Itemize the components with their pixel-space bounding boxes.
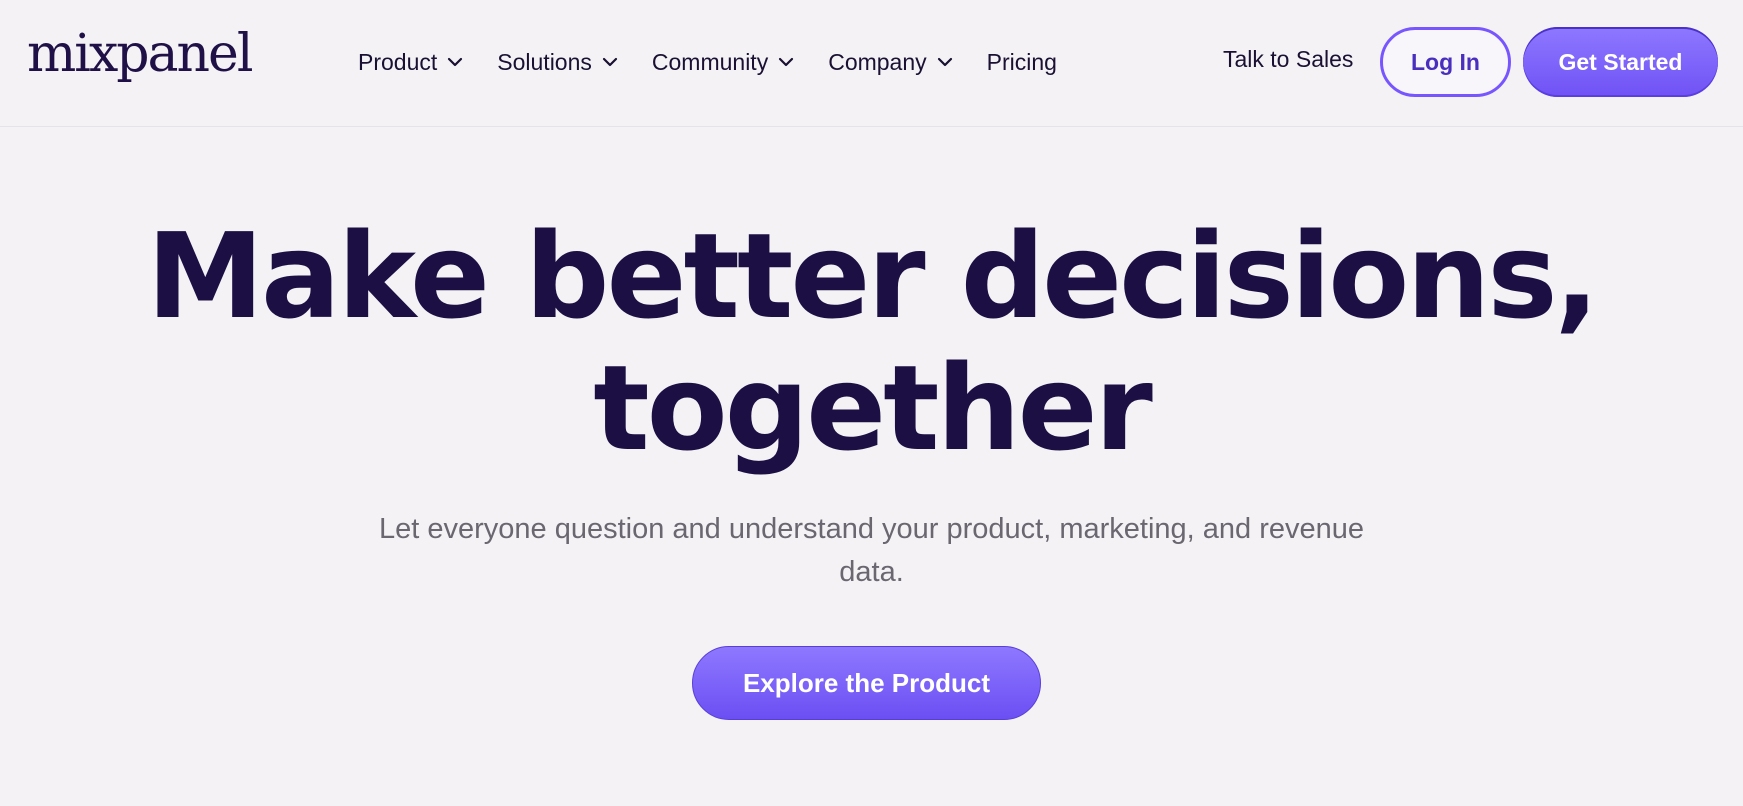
explore-product-button[interactable]: Explore the Product xyxy=(692,646,1041,720)
hero-title: Make better decisions, together xyxy=(0,210,1743,474)
get-started-button[interactable]: Get Started xyxy=(1523,27,1718,97)
nav-item-label: Company xyxy=(828,48,927,75)
nav-item-label: Solutions xyxy=(497,48,592,75)
talk-to-sales-link[interactable]: Talk to Sales xyxy=(1223,46,1353,73)
nav-item-solutions[interactable]: Solutions xyxy=(497,49,618,76)
nav-item-company[interactable]: Company xyxy=(828,49,952,76)
chevron-down-icon xyxy=(778,56,794,68)
site-header: mixpanel Product Solutions Community Com… xyxy=(0,0,1743,127)
hero-subtitle: Let everyone question and understand you… xyxy=(378,513,1365,588)
log-in-button[interactable]: Log In xyxy=(1380,27,1511,97)
chevron-down-icon xyxy=(602,56,618,68)
nav-item-community[interactable]: Community xyxy=(652,49,794,76)
nav-item-label: Product xyxy=(358,48,438,75)
page: mixpanel Product Solutions Community Com… xyxy=(0,0,1743,806)
main-nav: Product Solutions Community Company Pric… xyxy=(358,40,1091,84)
chevron-down-icon xyxy=(937,56,953,68)
chevron-down-icon xyxy=(447,56,463,68)
mixpanel-logo[interactable]: mixpanel xyxy=(27,22,253,86)
nav-item-label: Pricing xyxy=(986,48,1057,75)
hero-title-line-2: together xyxy=(593,339,1153,477)
nav-item-label: Community xyxy=(651,48,769,75)
nav-item-pricing[interactable]: Pricing xyxy=(987,49,1057,76)
nav-item-product[interactable]: Product xyxy=(358,49,463,76)
hero-title-line-1: Make better decisions, xyxy=(146,207,1600,345)
